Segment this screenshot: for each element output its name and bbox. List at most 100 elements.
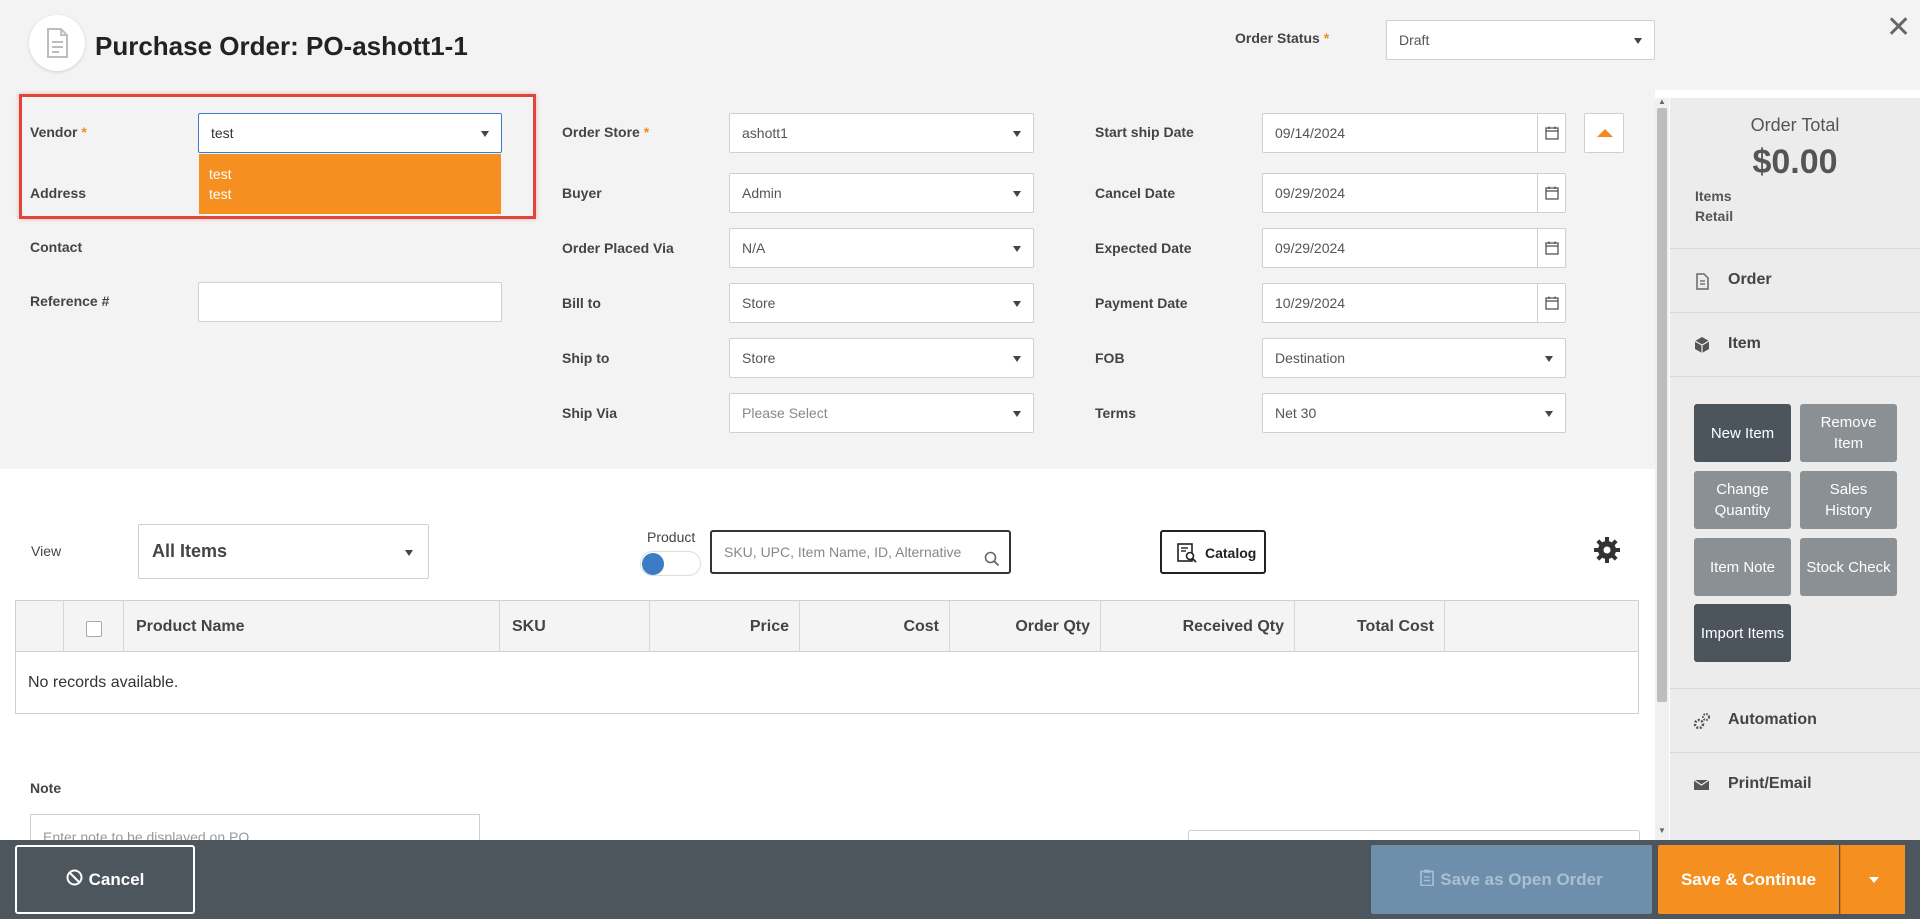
box-icon — [1692, 335, 1712, 355]
chevron-down-icon — [1013, 411, 1021, 417]
payment-date-label: Payment Date — [1095, 295, 1188, 311]
buyer-label: Buyer — [562, 185, 602, 201]
column-header[interactable]: Cost — [800, 601, 950, 652]
calendar-icon[interactable] — [1537, 284, 1565, 322]
document-icon — [1692, 271, 1712, 291]
side-nav-order[interactable]: Order — [1670, 248, 1920, 312]
new-item-button[interactable]: New Item — [1694, 404, 1791, 462]
save-options-dropdown[interactable] — [1840, 845, 1905, 914]
column-header[interactable]: SKU — [500, 601, 650, 652]
save-open-order-button[interactable]: Save as Open Order — [1371, 845, 1652, 914]
ship-via-label: Ship Via — [562, 405, 617, 421]
empty-message: No records available. — [28, 674, 179, 691]
terms-select[interactable]: Net 30 — [1262, 393, 1566, 433]
grid-select-column — [64, 601, 124, 652]
order-store-label: Order Store * — [562, 124, 650, 140]
chevron-down-icon — [1634, 38, 1642, 44]
buyer-select[interactable]: Admin — [729, 173, 1034, 213]
reference-input[interactable] — [198, 282, 502, 322]
cancel-date-input[interactable]: 09/29/2024 — [1262, 173, 1566, 213]
reference-label: Reference # — [30, 293, 110, 309]
save-continue-button[interactable]: Save & Continue — [1658, 845, 1839, 914]
chevron-down-icon — [1545, 356, 1553, 362]
gear-icon[interactable] — [1592, 535, 1622, 565]
contact-label: Contact — [30, 239, 83, 255]
chevron-down-icon — [1013, 356, 1021, 362]
cancel-date-label: Cancel Date — [1095, 185, 1176, 201]
ship-via-select[interactable]: Please Select — [729, 393, 1034, 433]
calendar-icon[interactable] — [1537, 174, 1565, 212]
expected-date-input[interactable]: 09/29/2024 — [1262, 228, 1566, 268]
collapse-form-button[interactable] — [1584, 113, 1624, 153]
vendor-highlight-box — [19, 94, 536, 219]
toggle-knob — [642, 553, 664, 575]
address-label: Address — [30, 185, 87, 201]
product-toggle-label: Product — [647, 529, 696, 545]
column-header[interactable]: Order Qty — [950, 601, 1101, 652]
close-icon[interactable]: ✕ — [1886, 10, 1911, 45]
order-status-select[interactable]: Draft — [1386, 20, 1655, 60]
side-nav-item[interactable]: Item — [1670, 312, 1920, 376]
item-note-button[interactable]: Item Note — [1694, 538, 1791, 596]
product-toggle[interactable] — [640, 551, 701, 576]
import-items-button[interactable]: Import Items — [1694, 604, 1791, 662]
chevron-down-icon — [1545, 411, 1553, 417]
page-title: Purchase Order: PO-ashott1-1 — [95, 31, 468, 61]
ship-to-select[interactable]: Store — [729, 338, 1034, 378]
search-icon[interactable] — [983, 543, 1001, 567]
sales-history-button[interactable]: Sales History — [1800, 471, 1897, 529]
bill-to-label: Bill to — [562, 295, 601, 311]
column-header[interactable]: Product Name — [124, 601, 500, 652]
retail-label: Retail — [1695, 208, 1734, 224]
calendar-icon[interactable] — [1537, 229, 1565, 267]
clipboard-icon — [1420, 869, 1435, 891]
view-label: View — [31, 543, 62, 559]
start-ship-date-label: Start ship Date — [1095, 124, 1194, 140]
ship-to-label: Ship to — [562, 350, 610, 366]
expected-date-label: Expected Date — [1095, 240, 1192, 256]
column-header[interactable]: Total Cost — [1295, 601, 1445, 652]
order-placed-via-label: Order Placed Via — [562, 240, 674, 256]
order-status-label: Order Status * — [1235, 30, 1330, 46]
order-total-value: $0.00 — [1752, 143, 1838, 181]
order-store-select[interactable]: ashott1 — [729, 113, 1034, 153]
select-all-checkbox[interactable] — [86, 621, 102, 637]
chevron-down-icon — [405, 550, 413, 556]
column-header[interactable]: Price — [650, 601, 800, 652]
fob-label: FOB — [1095, 350, 1125, 366]
document-icon — [29, 15, 85, 71]
cancel-button[interactable]: Cancel — [15, 845, 195, 914]
column-header[interactable]: Received Qty — [1101, 601, 1295, 652]
note-label: Note — [30, 780, 62, 796]
bill-to-select[interactable]: Store — [729, 283, 1034, 323]
order-placed-via-select[interactable]: N/A — [729, 228, 1034, 268]
terms-label: Terms — [1095, 405, 1136, 421]
stock-check-button[interactable]: Stock Check — [1800, 538, 1897, 596]
catalog-icon — [1176, 542, 1198, 564]
product-search-input[interactable]: SKU, UPC, Item Name, ID, Alternative — [710, 530, 1011, 574]
side-nav-print-email[interactable]: Print/Email — [1670, 752, 1920, 816]
ban-icon — [66, 869, 83, 891]
view-select[interactable]: All Items — [138, 524, 429, 579]
chevron-down-icon — [1013, 191, 1021, 197]
start-ship-date-input[interactable]: 09/14/2024 — [1262, 113, 1566, 153]
scroll-down-icon[interactable]: ▼ — [1658, 826, 1666, 835]
grid-header: Product Name SKU Price Cost Order Qty Re… — [16, 601, 1638, 652]
remove-item-button[interactable]: Remove Item — [1800, 404, 1897, 462]
scrollbar-thumb[interactable] — [1657, 108, 1667, 702]
payment-date-input[interactable]: 10/29/2024 — [1262, 283, 1566, 323]
items-grid: Product Name SKU Price Cost Order Qty Re… — [15, 600, 1639, 714]
scroll-up-icon[interactable]: ▲ — [1658, 97, 1666, 106]
catalog-button[interactable]: Catalog — [1160, 530, 1266, 574]
order-total-label: Order Total — [1750, 115, 1840, 135]
items-label: Items — [1695, 188, 1732, 204]
fob-select[interactable]: Destination — [1262, 338, 1566, 378]
chevron-down-icon — [1013, 301, 1021, 307]
chevron-down-icon — [1013, 131, 1021, 137]
change-quantity-button[interactable]: Change Quantity — [1694, 471, 1791, 529]
gears-icon — [1692, 711, 1712, 731]
chevron-down-icon — [1013, 246, 1021, 252]
print-email-icon — [1692, 775, 1712, 795]
calendar-icon[interactable] — [1537, 114, 1565, 152]
side-nav-automation[interactable]: Automation — [1670, 688, 1920, 752]
